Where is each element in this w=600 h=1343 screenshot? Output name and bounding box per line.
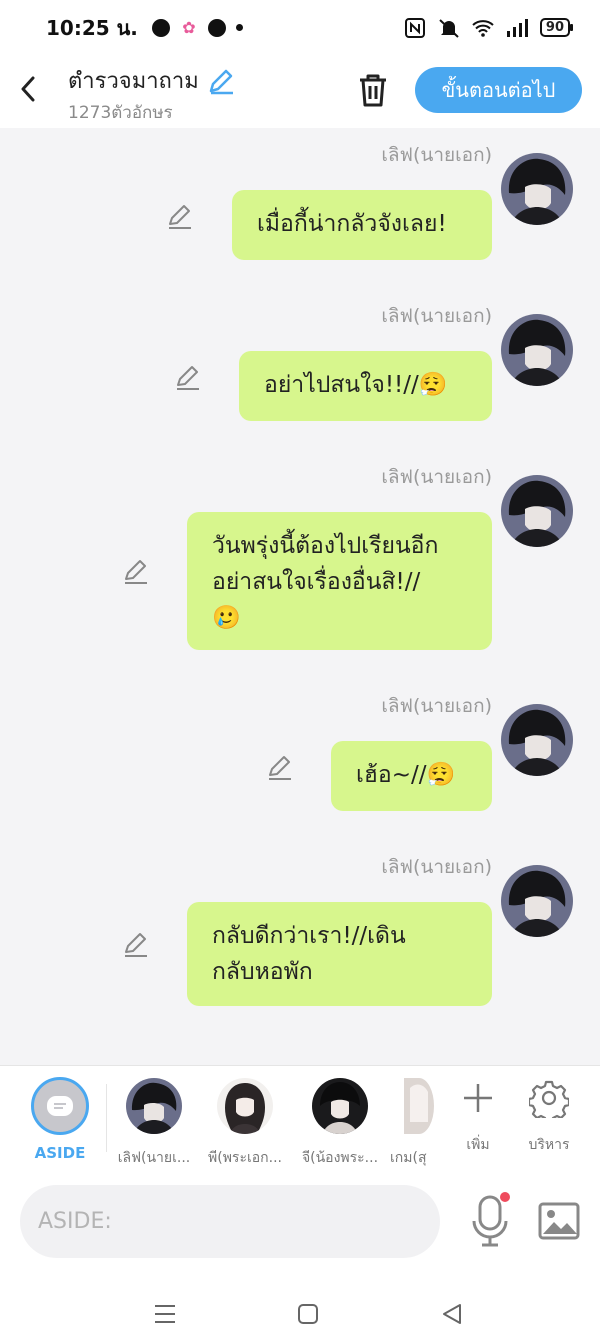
message-text: อย่าไปสนใจ!!//😮‍💨: [264, 372, 448, 398]
input-bar: [0, 1175, 600, 1343]
message-text: เมื่อกี้น่ากลัวจังเลย!: [257, 211, 447, 237]
sender-name: เลิฟ(นายเอก): [381, 144, 492, 166]
home-icon[interactable]: [295, 1301, 321, 1327]
avatar[interactable]: [501, 153, 573, 225]
vibrate-off-icon: [439, 18, 459, 38]
sender-name: เลิฟ(นายเอก): [381, 305, 492, 327]
narration-icon: [47, 1096, 73, 1116]
avatar: [126, 1078, 182, 1134]
avatar[interactable]: [501, 865, 573, 937]
message-text: เฮ้อ~//😮‍💨: [356, 762, 456, 788]
message-bubble[interactable]: เฮ้อ~//😮‍💨: [331, 741, 492, 811]
status-time: 10:25 น.: [46, 15, 138, 40]
gear-icon: [527, 1080, 571, 1124]
character-name: เลิฟ(นายเ...: [117, 1150, 191, 1166]
avatar: [312, 1078, 368, 1134]
avatar: [217, 1078, 273, 1134]
notification-dot-icon: [235, 24, 243, 31]
message-text: อย่าสนใจเรื่องอื่นสิ!//: [212, 569, 421, 595]
manage-label: บริหาร: [528, 1137, 570, 1153]
message-bubble[interactable]: เมื่อกี้น่ากลัวจังเลย!: [232, 190, 492, 260]
manage-button[interactable]: บริหาร: [519, 1078, 579, 1156]
status-bar: 10:25 น. ✿ 90: [0, 0, 600, 55]
character-item[interactable]: พี(พระเอก...: [205, 1078, 285, 1169]
avatar[interactable]: [501, 314, 573, 386]
sender-name: เลิฟ(นายเอก): [381, 466, 492, 488]
next-step-button[interactable]: ขั้นตอนต่อไป: [415, 67, 582, 113]
avatar[interactable]: [501, 475, 573, 547]
photos-icon: ✿: [182, 17, 196, 37]
chevron-left-icon: [21, 76, 35, 102]
nfc-icon: [404, 17, 425, 38]
pencil-icon[interactable]: [122, 557, 150, 585]
character-name: เกม(สุ: [390, 1150, 427, 1166]
back-triangle-icon[interactable]: [439, 1301, 465, 1327]
pencil-icon[interactable]: [207, 67, 235, 95]
pencil-icon[interactable]: [266, 753, 294, 781]
avatar: [404, 1078, 434, 1134]
emoji: 🥲: [212, 605, 241, 631]
message-text: กลับหอพัก: [212, 959, 313, 985]
aside-button[interactable]: [31, 1077, 89, 1135]
wifi-icon: [472, 19, 494, 37]
pencil-icon[interactable]: [122, 930, 150, 958]
chat-area[interactable]: เลิฟ(นายเอก) เมื่อกี้น่ากลัวจังเลย! เลิฟ…: [0, 128, 600, 1065]
recording-dot: [500, 1192, 510, 1202]
character-bar: ASIDE เลิฟ(นายเ... พี(พระเอก... จี(น้องพ…: [0, 1065, 600, 1175]
add-character-button[interactable]: เพิ่ม: [448, 1078, 508, 1156]
avatar[interactable]: [501, 704, 573, 776]
image-icon[interactable]: [538, 1202, 580, 1240]
system-nav-bar: [0, 1287, 600, 1343]
sender-name: เลิฟ(นายเอก): [381, 695, 492, 717]
char-count: 1273ตัวอักษร: [68, 103, 173, 123]
message-bubble[interactable]: อย่าไปสนใจ!!//😮‍💨: [239, 351, 492, 421]
menu-icon[interactable]: [152, 1301, 178, 1327]
back-button[interactable]: [14, 73, 42, 105]
pencil-icon[interactable]: [174, 363, 202, 391]
signal-icon: [506, 18, 528, 37]
page-title: ตำรวจมาถาม: [68, 69, 199, 94]
story-title[interactable]: ตำรวจมาถาม: [68, 63, 235, 98]
app-header: ตำรวจมาถาม 1273ตัวอักษร ขั้นตอนต่อไป: [0, 55, 600, 128]
emoji: 😮‍💨: [418, 372, 448, 398]
divider: [106, 1084, 107, 1152]
message-text: วันพรุ่งนี้ต้องไปเรียนอีก: [212, 533, 439, 559]
character-item[interactable]: จี(น้องพระ...: [300, 1078, 380, 1169]
battery-indicator: 90: [539, 18, 574, 37]
aside-input[interactable]: [20, 1185, 440, 1258]
plus-icon: [464, 1084, 492, 1112]
message-bubble[interactable]: วันพรุ่งนี้ต้องไปเรียนอีก อย่าสนใจเรื่อง…: [187, 512, 492, 650]
character-item[interactable]: เลิฟ(นายเ...: [114, 1078, 194, 1169]
chat-bubble-icon: [151, 18, 170, 37]
character-name: พี(พระเอก...: [208, 1150, 282, 1166]
message-text: กลับดีกว่าเรา!//เดิน: [212, 923, 406, 949]
message-bubble[interactable]: กลับดีกว่าเรา!//เดิน กลับหอพัก: [187, 902, 492, 1006]
character-item[interactable]: เกม(สุ: [390, 1078, 434, 1169]
emoji: 😮‍💨: [426, 762, 456, 788]
aside-label: ASIDE: [34, 1144, 86, 1162]
add-label: เพิ่ม: [466, 1137, 490, 1153]
character-name: จี(น้องพระ...: [301, 1150, 379, 1166]
pencil-icon[interactable]: [166, 202, 194, 230]
sender-name: เลิฟ(นายเอก): [381, 856, 492, 878]
trash-icon[interactable]: [354, 71, 392, 109]
line-app-icon: [207, 18, 226, 37]
